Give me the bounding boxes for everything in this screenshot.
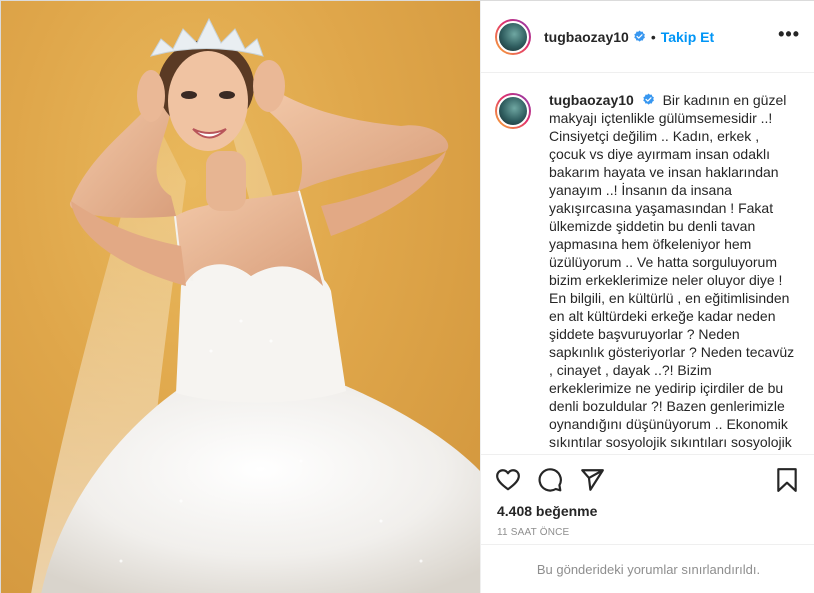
caption-area: tugbaozay10 Bir kadının en güzel makyajı… [481, 73, 814, 454]
paper-plane-icon[interactable] [579, 467, 605, 493]
post-header: tugbaozay10 • Takip Et ••• [481, 1, 814, 73]
verified-badge-icon [634, 30, 645, 42]
caption-avatar-image [497, 95, 529, 127]
post-caption: tugbaozay10 Bir kadının en güzel makyajı… [549, 91, 797, 454]
username-link[interactable]: tugbaozay10 [544, 29, 629, 45]
comments-restricted-notice: Bu gönderideki yorumlar sınırlandırıldı. [481, 544, 814, 593]
caption-text: Bir kadının en güzel makyajı içtenlikle … [549, 92, 795, 450]
comment-bubble-icon[interactable] [537, 467, 563, 493]
action-icons [495, 467, 605, 493]
avatar-image [497, 20, 529, 53]
header-separator: • [650, 28, 656, 45]
post-photo[interactable] [1, 1, 480, 593]
post-actions: 4.408 beğenme 11 SAAT ÖNCE [481, 454, 814, 544]
more-options-button[interactable]: ••• [778, 25, 800, 43]
verified-badge-icon [643, 93, 654, 105]
follow-button[interactable]: Takip Et [661, 29, 714, 45]
caption-avatar[interactable] [495, 93, 531, 129]
post-timestamp[interactable]: 11 SAAT ÖNCE [497, 527, 569, 538]
profile-avatar[interactable] [495, 18, 531, 55]
bookmark-icon[interactable] [774, 467, 800, 493]
caption-username-link[interactable]: tugbaozay10 [549, 92, 634, 108]
post-container: tugbaozay10 • Takip Et ••• tugbaozay10 B… [0, 0, 814, 593]
heart-icon[interactable] [495, 467, 521, 493]
bride-photo-illustration [31, 17, 480, 593]
like-count[interactable]: 4.408 beğenme [497, 503, 597, 519]
post-side-panel: tugbaozay10 • Takip Et ••• tugbaozay10 B… [480, 1, 814, 593]
